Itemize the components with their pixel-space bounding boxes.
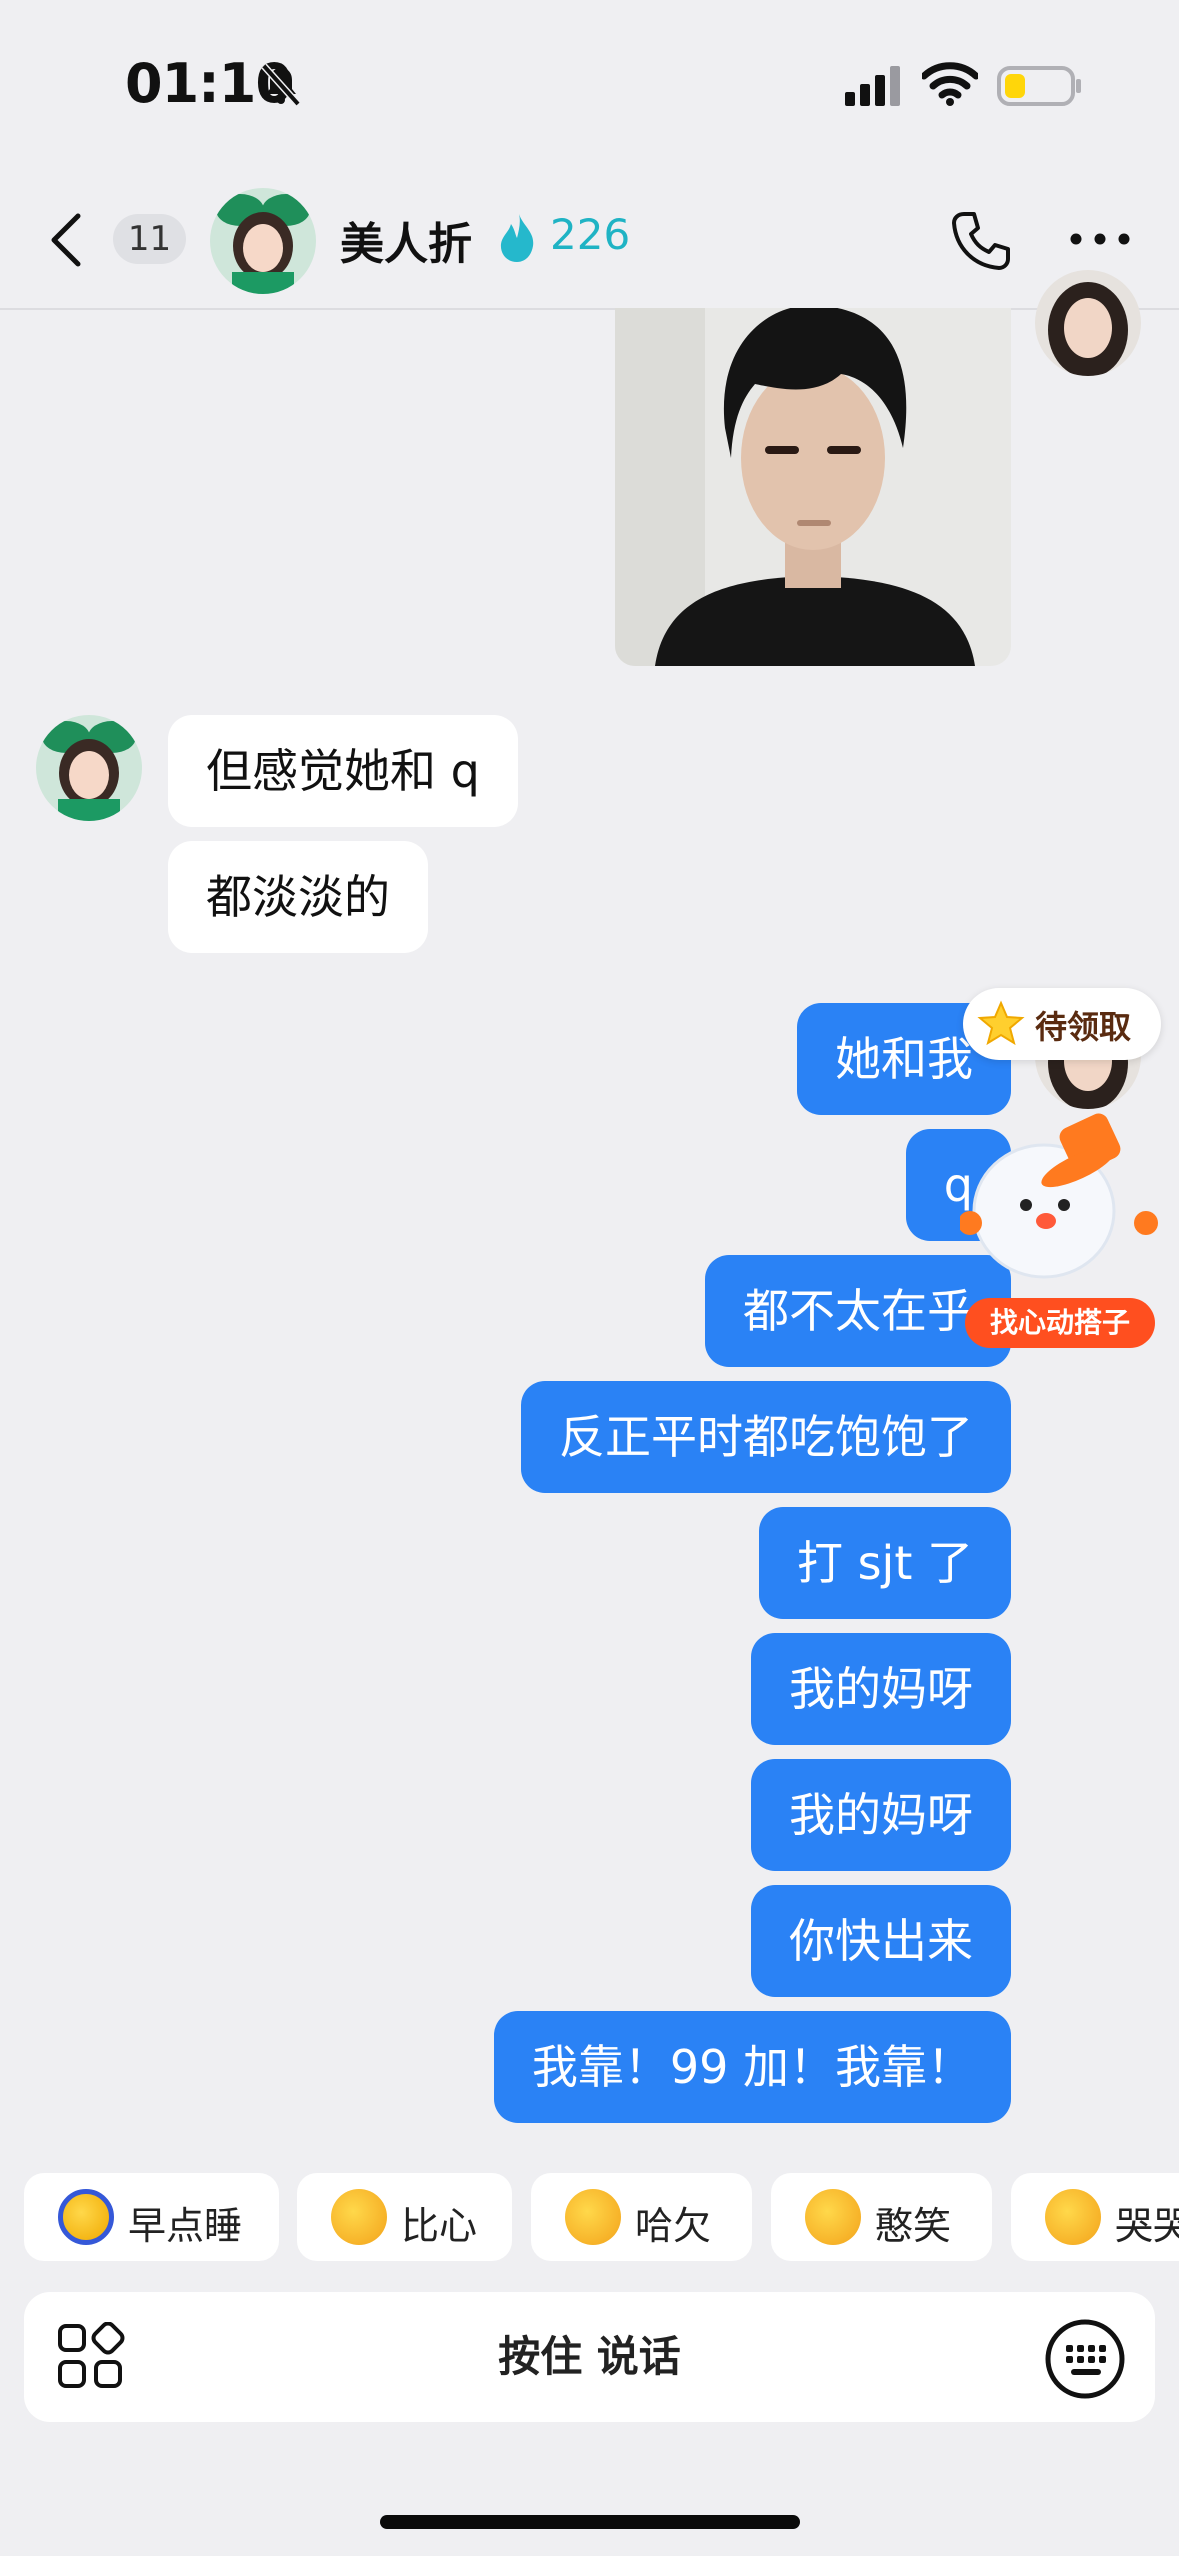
quick-reply-yawn[interactable]: 哈欠 bbox=[531, 2173, 752, 2261]
unread-count-badge[interactable]: 11 bbox=[113, 214, 186, 264]
incoming-message[interactable]: 都淡淡的 bbox=[168, 841, 428, 953]
streak-score: 226 bbox=[550, 210, 631, 259]
heart-hands-emoji-icon bbox=[331, 2189, 387, 2245]
quick-reply-label: 憨笑 bbox=[875, 2204, 952, 2248]
yawn-emoji-icon bbox=[565, 2189, 621, 2245]
quick-reply-sleep[interactable]: 早点睡 bbox=[24, 2173, 279, 2261]
my-avatar[interactable] bbox=[1035, 270, 1141, 376]
pending-reward-pill[interactable]: 待领取 bbox=[963, 988, 1161, 1060]
outgoing-message[interactable]: 我的妈呀 bbox=[751, 1633, 1011, 1745]
star-icon bbox=[977, 1000, 1025, 1046]
wifi-icon bbox=[922, 62, 978, 106]
quick-reply-grin[interactable]: 憨笑 bbox=[771, 2173, 992, 2261]
home-indicator[interactable] bbox=[380, 2515, 800, 2529]
more-options-icon[interactable] bbox=[1070, 232, 1130, 246]
outgoing-message[interactable]: 打 sjt 了 bbox=[758, 1507, 1011, 1619]
quick-reply-heart[interactable]: 比心 bbox=[297, 2173, 512, 2261]
muted-bell-icon bbox=[261, 63, 301, 107]
phone-call-icon[interactable] bbox=[950, 210, 1012, 272]
contact-avatar-message[interactable] bbox=[36, 715, 142, 821]
contact-name[interactable]: 美人折 bbox=[340, 208, 472, 272]
outgoing-message[interactable]: 你快出来 bbox=[751, 1885, 1011, 1997]
quick-reply-label: 早点睡 bbox=[128, 2204, 243, 2248]
outgoing-message[interactable]: 我靠！99 加！我靠！ bbox=[493, 2011, 1011, 2123]
sent-photo[interactable] bbox=[615, 308, 1011, 666]
status-bar: 01:10 bbox=[0, 0, 1179, 170]
outgoing-message[interactable]: 我的妈呀 bbox=[751, 1759, 1011, 1871]
cellular-signal-icon bbox=[845, 66, 900, 106]
battery-low-icon bbox=[997, 66, 1081, 106]
sleep-emoji-icon bbox=[58, 2189, 114, 2245]
quick-reply-label: 哭哭 bbox=[1115, 2204, 1179, 2248]
apps-grid-icon[interactable] bbox=[56, 2322, 126, 2392]
input-bar: 按住 说话 bbox=[24, 2292, 1155, 2422]
quick-reply-cry[interactable]: 哭哭 bbox=[1011, 2173, 1179, 2261]
streak-flame-icon bbox=[500, 214, 534, 262]
quick-reply-label: 比心 bbox=[401, 2204, 478, 2248]
grin-emoji-icon bbox=[805, 2189, 861, 2245]
incoming-message[interactable]: 但感觉她和 q bbox=[168, 715, 518, 827]
outgoing-message[interactable]: 反正平时都吃饱饱了 bbox=[521, 1381, 1011, 1493]
back-chevron-icon[interactable] bbox=[48, 212, 84, 268]
pending-reward-label: 待领取 bbox=[1035, 1008, 1132, 1046]
cry-emoji-icon bbox=[1045, 2189, 1101, 2245]
hold-to-talk-button[interactable]: 按住 说话 bbox=[24, 2292, 1155, 2422]
keyboard-icon[interactable] bbox=[1044, 2318, 1126, 2400]
contact-avatar[interactable] bbox=[210, 188, 316, 294]
chat-header: 11 美人折 226 bbox=[0, 170, 1179, 310]
snowman-mascot-icon[interactable] bbox=[960, 1105, 1172, 1285]
find-partner-button[interactable]: 找心动搭子 bbox=[965, 1298, 1155, 1348]
quick-reply-label: 哈欠 bbox=[635, 2204, 712, 2248]
